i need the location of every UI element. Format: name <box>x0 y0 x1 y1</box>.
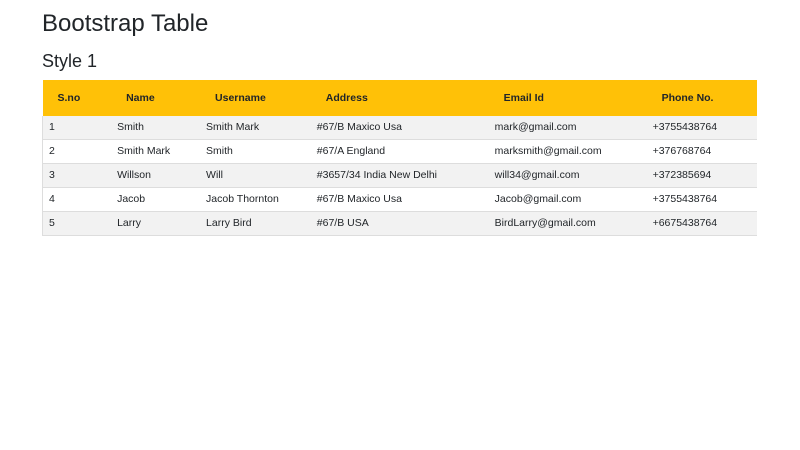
cell-address: #67/B Maxico Usa <box>310 116 489 141</box>
cell-phone: +3755438764 <box>646 116 757 141</box>
column-header-username: Username <box>200 80 311 117</box>
cell-sno: 1 <box>42 116 112 141</box>
table-row: 3 Willson Will #3657/34 India New Delhi … <box>42 163 757 189</box>
cell-username: Will <box>200 163 311 189</box>
cell-username: Larry Bird <box>200 211 311 237</box>
page-title: Bootstrap Table <box>42 10 209 37</box>
cell-address: #67/B Maxico Usa <box>310 187 489 213</box>
table-row: 5 Larry Larry Bird #67/B USA BirdLarry@g… <box>42 211 757 237</box>
cell-phone: +372385694 <box>646 163 757 189</box>
table-body: 1 Smith Smith Mark #67/B Maxico Usa mark… <box>42 116 757 237</box>
table-header-row: S.no Name Username Address Email Id Phon… <box>42 80 757 117</box>
table-row: 2 Smith Mark Smith #67/A England marksmi… <box>42 139 757 165</box>
page-subtitle: Style 1 <box>42 50 98 71</box>
cell-sno: 2 <box>42 139 112 165</box>
page: Bootstrap Table Style 1 S.no Name Userna… <box>0 0 800 450</box>
table-header: S.no Name Username Address Email Id Phon… <box>42 80 757 117</box>
cell-email: mark@gmail.com <box>488 116 647 141</box>
cell-name: Smith <box>111 116 201 141</box>
column-header-sno: S.no <box>42 80 112 117</box>
cell-sno: 4 <box>42 187 112 213</box>
table-row: 1 Smith Smith Mark #67/B Maxico Usa mark… <box>42 116 757 141</box>
cell-phone: +6675438764 <box>646 211 757 237</box>
cell-address: #67/A England <box>310 139 489 165</box>
content-container: Bootstrap Table Style 1 S.no Name Userna… <box>0 10 800 237</box>
cell-address: #67/B USA <box>310 211 489 237</box>
cell-email: marksmith@gmail.com <box>488 139 647 165</box>
cell-username: Smith <box>200 139 311 165</box>
column-header-phone: Phone No. <box>646 80 757 117</box>
column-header-address: Address <box>310 80 489 117</box>
cell-name: Larry <box>111 211 201 237</box>
cell-email: will34@gmail.com <box>488 163 647 189</box>
column-header-email: Email Id <box>488 80 647 117</box>
cell-email: BirdLarry@gmail.com <box>488 211 647 237</box>
cell-sno: 5 <box>42 211 112 237</box>
cell-address: #3657/34 India New Delhi <box>310 163 489 189</box>
cell-name: Smith Mark <box>111 139 201 165</box>
column-header-name: Name <box>111 80 201 117</box>
cell-username: Jacob Thornton <box>200 187 311 213</box>
cell-username: Smith Mark <box>200 116 311 141</box>
cell-phone: +376768764 <box>646 139 757 165</box>
cell-name: Jacob <box>111 187 201 213</box>
cell-phone: +3755438764 <box>646 187 757 213</box>
table-row: 4 Jacob Jacob Thornton #67/B Maxico Usa … <box>42 187 757 213</box>
bootstrap-table: S.no Name Username Address Email Id Phon… <box>42 80 757 237</box>
cell-sno: 3 <box>42 163 112 189</box>
cell-email: Jacob@gmail.com <box>488 187 647 213</box>
cell-name: Willson <box>111 163 201 189</box>
